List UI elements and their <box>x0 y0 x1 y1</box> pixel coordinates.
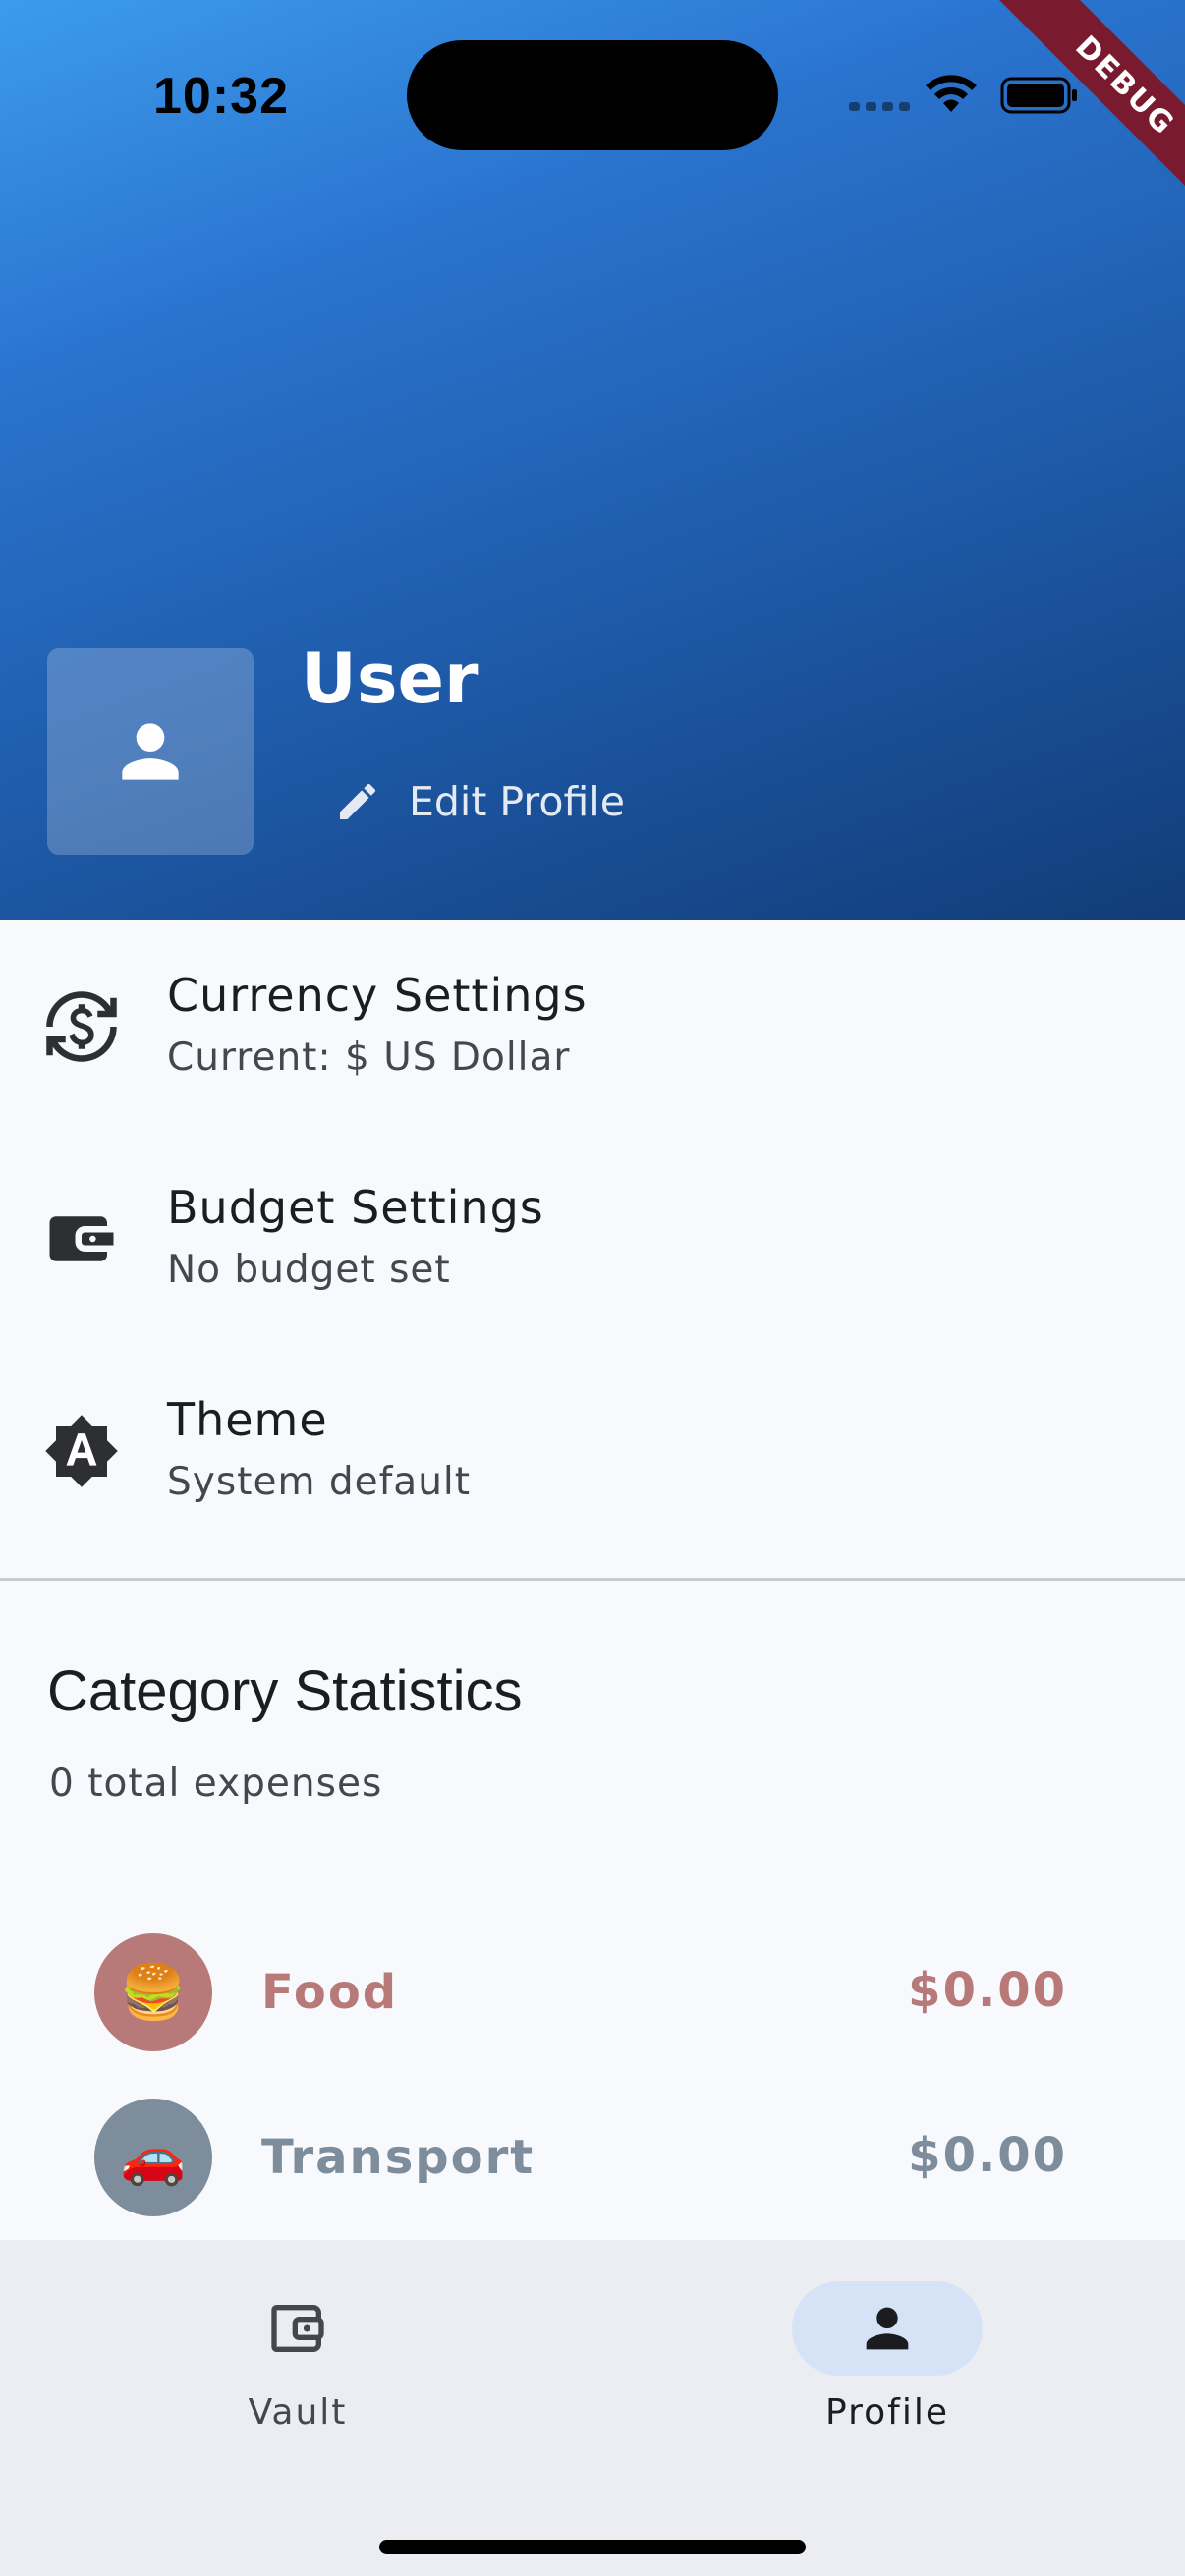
profile-avatar[interactable] <box>47 648 254 855</box>
wallet-icon <box>271 2305 324 2352</box>
category-statistics-title: Category Statistics <box>47 1659 523 1723</box>
category-row-transport[interactable]: 🚗 Transport $0.00 <box>94 2099 1067 2216</box>
category-name: Food <box>261 1965 399 2020</box>
theme-settings-title: Theme <box>167 1393 328 1446</box>
battery-icon <box>1000 77 1077 114</box>
nav-profile-label: Profile <box>825 2392 949 2433</box>
edit-pencil-icon <box>340 783 376 819</box>
theme-settings-subtitle: System default <box>167 1460 472 1504</box>
budget-settings-subtitle: No budget set <box>167 1248 451 1292</box>
category-name: Transport <box>261 2130 536 2185</box>
nav-vault-label: Vault <box>248 2392 348 2433</box>
food-category-avatar: 🍔 <box>94 1933 212 2051</box>
budget-settings-title: Budget Settings <box>167 1181 544 1234</box>
cellular-signal-icon <box>849 102 910 111</box>
nav-item-profile[interactable]: Profile <box>745 2240 1040 2476</box>
category-amount: $0.00 <box>908 2128 1067 2183</box>
category-amount: $0.00 <box>908 1963 1067 2018</box>
profile-name: User <box>301 639 479 719</box>
currency-exchange-icon <box>46 991 117 1062</box>
budget-settings-item[interactable]: Budget Settings No budget set <box>0 1132 1185 1344</box>
home-indicator <box>379 2540 806 2554</box>
person-icon <box>122 723 179 780</box>
wifi-icon <box>926 75 977 112</box>
transport-category-avatar: 🚗 <box>94 2099 212 2216</box>
nav-vault-indicator <box>202 2281 393 2376</box>
category-row-food[interactable]: 🍔 Food $0.00 <box>94 1933 1067 2051</box>
currency-settings-title: Currency Settings <box>167 969 588 1022</box>
profile-header: 10:32 DEBUG User Edit Profile <box>0 0 1185 920</box>
edit-profile-button[interactable]: Edit Profile <box>334 772 625 831</box>
brightness-auto-icon <box>45 1415 118 1487</box>
bottom-navigation-bar: Vault Profile <box>0 2240 1185 2576</box>
edit-profile-label: Edit Profile <box>409 778 625 825</box>
section-divider <box>0 1578 1185 1581</box>
nav-item-vault[interactable]: Vault <box>155 2240 450 2476</box>
dynamic-island <box>407 40 778 150</box>
total-expenses-count: 0 total expenses <box>49 1762 383 1806</box>
wallet-icon <box>49 1216 114 1261</box>
person-icon <box>866 2307 909 2350</box>
theme-settings-item[interactable]: Theme System default <box>0 1344 1185 1556</box>
nav-profile-indicator <box>792 2281 983 2376</box>
currency-settings-subtitle: Current: $ US Dollar <box>167 1036 571 1080</box>
currency-settings-item[interactable]: Currency Settings Current: $ US Dollar <box>0 920 1185 1132</box>
status-time: 10:32 <box>153 68 289 125</box>
